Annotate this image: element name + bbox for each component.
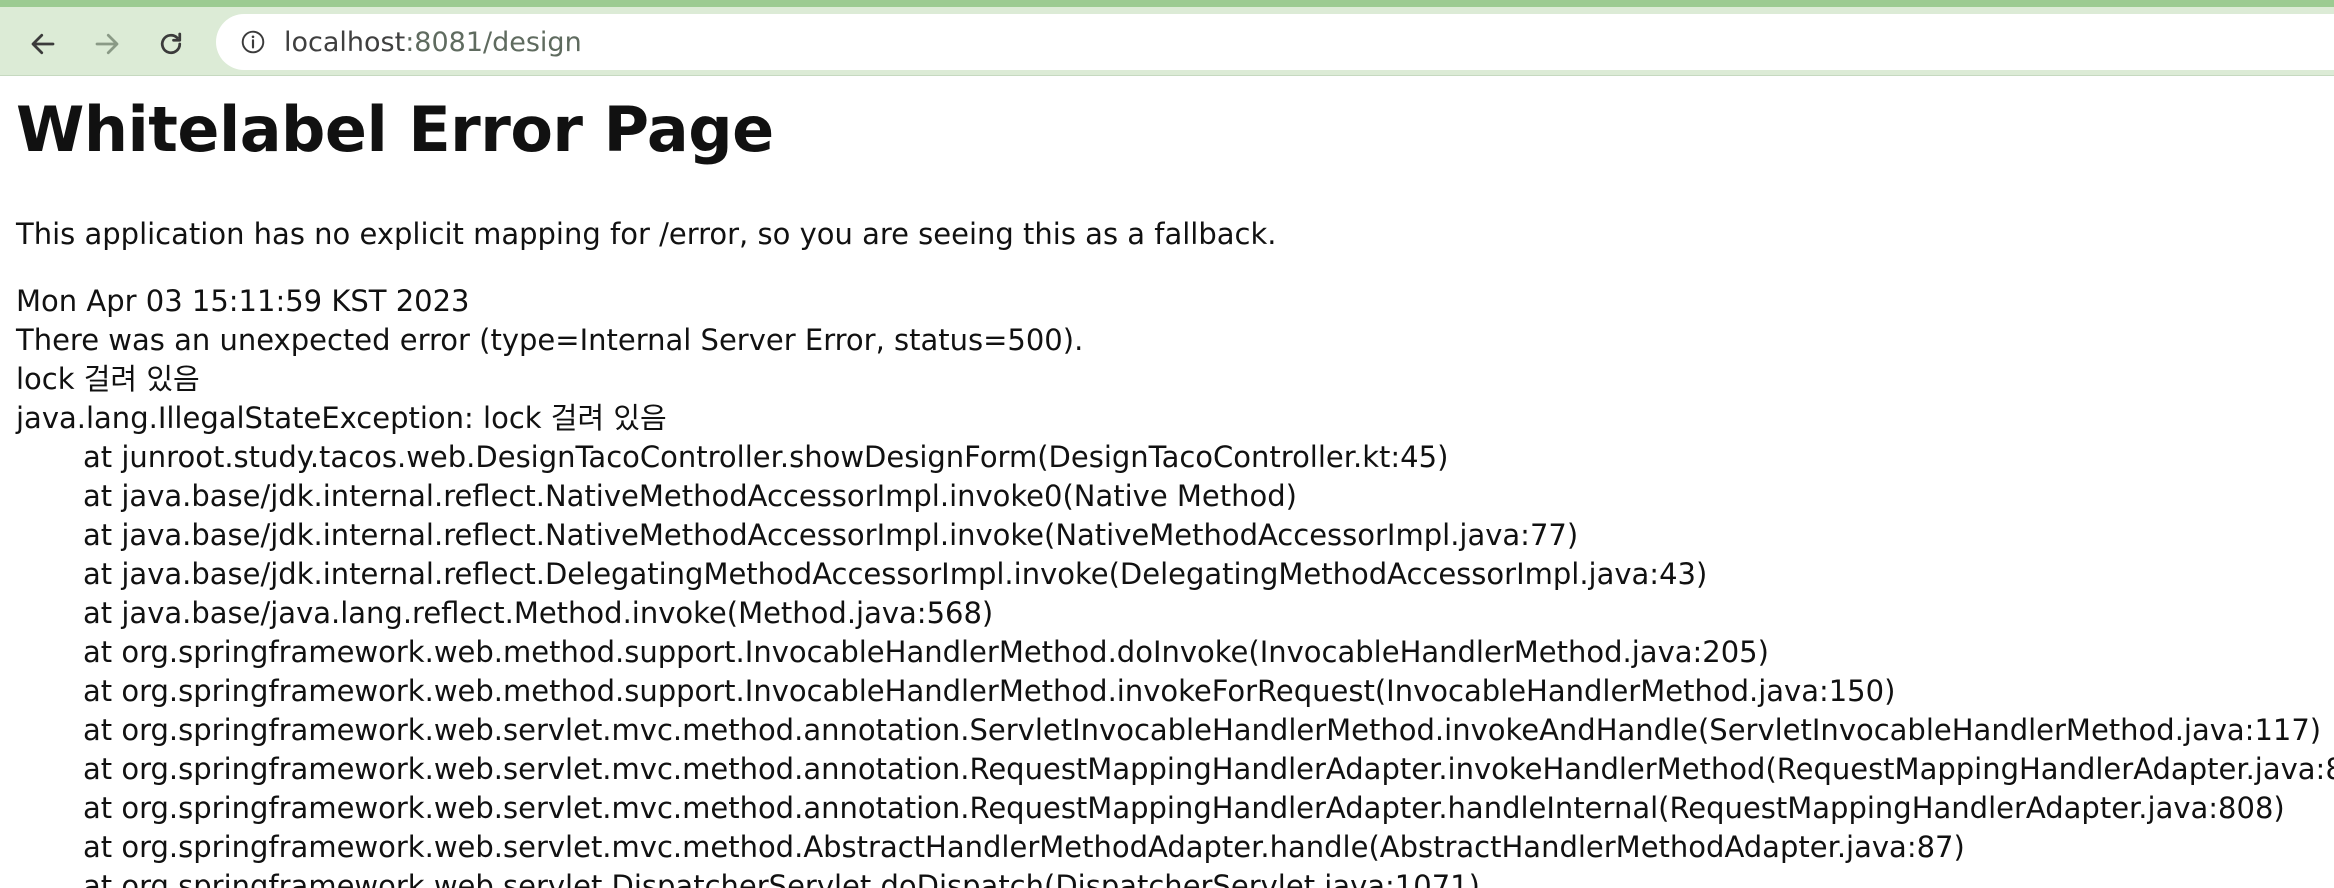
url-text[interactable]: localhost:8081/design <box>284 28 582 58</box>
arrow-right-icon <box>95 33 119 55</box>
stack-trace-line: at java.base/jdk.internal.reflect.Native… <box>83 518 1579 552</box>
stack-trace-line: at org.springframework.web.method.suppor… <box>83 674 1896 708</box>
stack-trace-line: at org.springframework.web.servlet.mvc.m… <box>83 791 2285 825</box>
stack-trace-line: at junroot.study.tacos.web.DesignTacoCon… <box>83 440 1449 474</box>
error-summary: There was an unexpected error (type=Inte… <box>16 323 1084 357</box>
error-page: Whitelabel Error Page This application h… <box>0 76 2334 888</box>
forward-button[interactable] <box>84 21 130 67</box>
fallback-message: This application has no explicit mapping… <box>16 217 1277 251</box>
address-bar[interactable]: localhost:8081/design <box>216 14 2334 70</box>
exception-line: java.lang.IllegalStateException: lock 걸려… <box>16 401 667 435</box>
browser-toolbar: localhost:8081/design <box>0 0 2334 76</box>
reload-button[interactable] <box>148 21 194 67</box>
info-icon[interactable] <box>240 29 266 55</box>
error-timestamp: Mon Apr 03 15:11:59 KST 2023 <box>16 284 470 318</box>
stack-trace-line: at java.base/jdk.internal.reflect.Delega… <box>83 557 1708 591</box>
stack-trace-line: at org.springframework.web.servlet.mvc.m… <box>83 713 2322 747</box>
stack-trace-line: at org.springframework.web.servlet.Dispa… <box>83 869 1480 888</box>
page-title: Whitelabel Error Page <box>16 93 774 166</box>
reload-icon <box>160 32 182 55</box>
url-host: localhost <box>284 27 406 58</box>
stack-trace-line: at org.springframework.web.method.suppor… <box>83 635 1769 669</box>
stack-trace-line: at java.base/jdk.internal.reflect.Native… <box>83 479 1297 513</box>
back-button[interactable] <box>20 21 66 67</box>
stack-trace-line: at org.springframework.web.servlet.mvc.m… <box>83 830 1965 864</box>
url-path: :8081/design <box>405 27 582 58</box>
error-message: lock 걸려 있음 <box>16 362 200 396</box>
stack-trace-line: at org.springframework.web.servlet.mvc.m… <box>83 752 2334 786</box>
stack-trace-line: at java.base/java.lang.reflect.Method.in… <box>83 596 994 630</box>
arrow-left-icon <box>31 33 55 55</box>
error-details: Mon Apr 03 15:11:59 KST 2023 There was a… <box>16 282 2334 888</box>
